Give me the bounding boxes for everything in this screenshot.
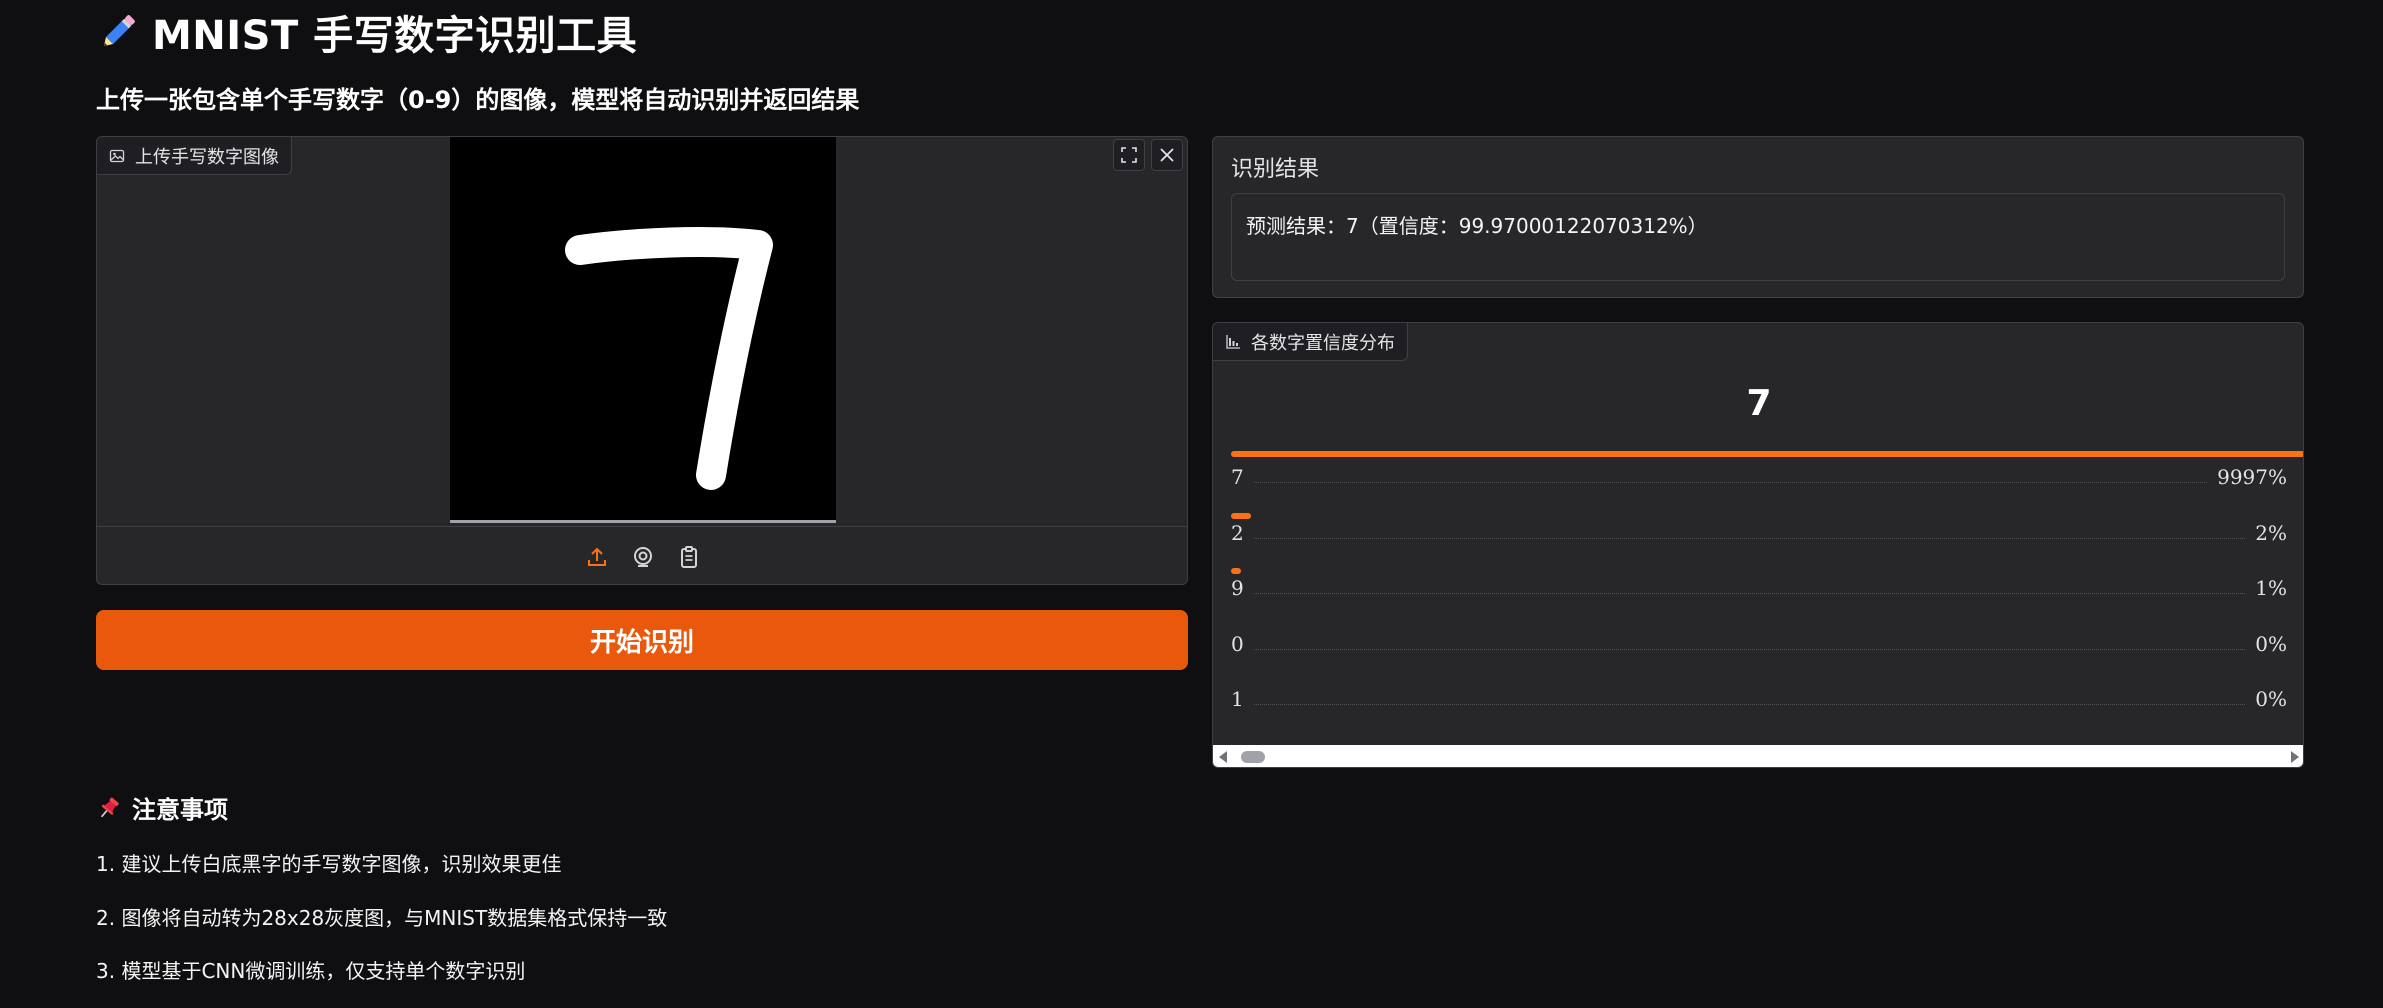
confidence-row: 9 1% [1231,568,2287,626]
scrollbar-track[interactable] [1233,745,2285,767]
clipboard-icon [681,545,697,568]
top-prediction-label: 7 [1746,383,1772,424]
scroll-left-icon [1219,751,1227,763]
scrollbar-thumb[interactable] [1241,751,1265,763]
pushpin-icon [100,797,119,817]
image-upload-panel[interactable]: 上传手写数字图像 [96,136,1188,585]
confidence-percent: 0% [2255,687,2287,711]
title-row: MNIST 手写数字识别工具 [96,6,638,59]
note-item: 3. 模型基于CNN微调训练，仅支持单个数字识别 [96,959,526,983]
dotted-leader [1253,704,2246,705]
confidence-digit: 7 [1231,465,1244,489]
confidence-digit: 0 [1231,631,1244,656]
confidence-row: 0 0% [1231,626,2287,682]
confidence-percent: 2% [2255,520,2287,545]
confidence-row: 2 2% [1231,512,2287,571]
dotted-leader [1253,537,2246,539]
dotted-leader [1253,482,2208,483]
confidence-label: 各数字置信度分布 [1251,332,1395,354]
confidence-label-tag: 各数字置信度分布 [1213,323,1408,361]
confidence-bar [1231,568,1241,574]
upload-label-tag: 上传手写数字图像 [97,137,292,175]
page-subtitle: 上传一张包含单个手写数字（0-9）的图像，模型将自动识别并返回结果 [96,86,860,114]
image-icon [109,149,125,162]
note-item: 2. 图像将自动转为28x28灰度图，与MNIST数据集格式保持一致 [96,906,668,930]
confidence-bar [1231,512,1251,519]
upload-icon [588,547,606,566]
scroll-right-icon [2291,751,2299,763]
dotted-leader [1253,648,2246,650]
dotted-leader [1253,593,2246,594]
confidence-row: 7 9997% [1231,451,2303,515]
result-label: 识别结果 [1231,157,1320,182]
confidence-percent: 0% [2255,631,2287,656]
scroll-right-button[interactable] [2285,745,2303,767]
scroll-left-button[interactable] [1213,745,1233,767]
confidence-panel: 各数字置信度分布 7 7 9997% 2 2% 9 1% 0 0% 1 0% [1212,322,2304,768]
confidence-percent: 9997% [2217,465,2287,489]
confidence-rows: 7 9997% 2 2% 9 1% 0 0% 1 0% [1231,451,2303,743]
bar-chart-icon [1226,334,1240,349]
image-controls [1109,137,1187,171]
upload-label: 上传手写数字图像 [135,146,279,168]
confidence-bar [1231,451,2303,457]
webcam-button[interactable] [627,541,659,573]
fullscreen-icon [1121,147,1137,163]
notes-title: 注意事项 [132,796,228,824]
start-recognition-button[interactable]: 开始识别 [96,610,1188,670]
page-title: MNIST 手写数字识别工具 [152,13,638,59]
paste-clipboard-button[interactable] [673,541,705,573]
confidence-row: 1 0% [1231,681,2287,737]
upload-source-toolbar [97,526,1187,584]
note-item: 1. 建议上传白底黑字的手写数字图像，识别效果更佳 [96,852,562,876]
uploaded-image-preview [450,137,836,523]
upload-file-button[interactable] [581,541,613,573]
horizontal-scrollbar[interactable] [1213,745,2303,767]
pencil-icon [103,15,135,47]
confidence-percent: 1% [2255,576,2287,600]
confidence-digit: 1 [1231,687,1244,711]
webcam-icon [634,546,652,567]
notes-header: 注意事项 [96,790,228,825]
confidence-digit: 2 [1231,520,1244,545]
fullscreen-button[interactable] [1113,139,1145,171]
close-icon [1160,148,1174,162]
confidence-digit: 9 [1231,576,1244,600]
result-textbox[interactable]: 预测结果：7（置信度：99.97000122070312%） [1231,193,2285,281]
result-panel: 识别结果 预测结果：7（置信度：99.97000122070312%） [1212,136,2304,298]
handwritten-digit-image [565,227,773,490]
clear-image-button[interactable] [1151,139,1183,171]
